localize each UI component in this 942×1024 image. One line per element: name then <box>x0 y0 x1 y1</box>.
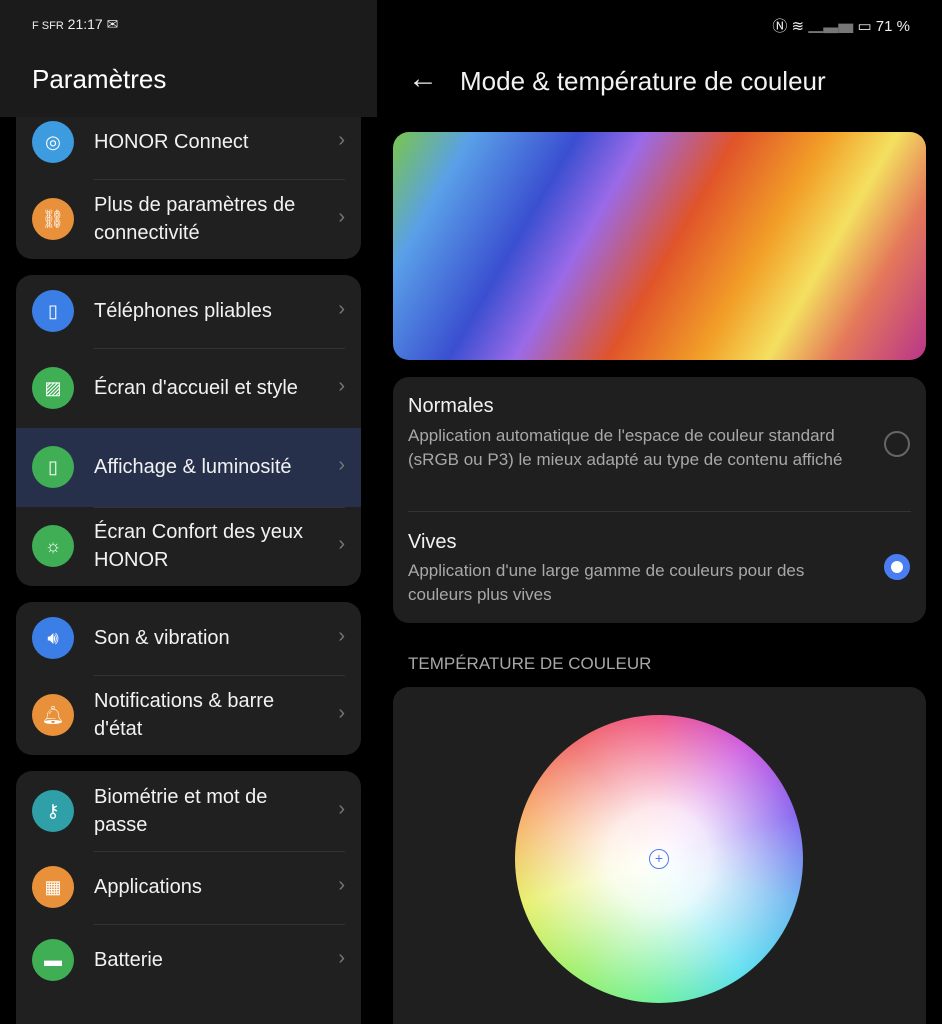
speaker-icon: 🔊︎ <box>32 617 74 659</box>
settings-item-label: Affichage & luminosité <box>94 456 292 478</box>
status-bar-right: Ⓝ ≋ ▁▃▅ ▭ 71 % <box>772 15 910 36</box>
settings-item-label: Biométrie et mot de passe <box>94 786 268 836</box>
settings-item[interactable]: ☼ Écran Confort des yeux HONOR › <box>16 507 361 586</box>
settings-item[interactable]: ⛓ Plus de paramètres de connectivité › <box>16 179 361 259</box>
chevron-right-icon: › <box>338 533 345 555</box>
settings-item[interactable]: 🔔︎ Notifications & barre d'état › <box>16 675 361 755</box>
key-icon: ⚷ <box>32 790 74 832</box>
display-icon: ▯ <box>32 446 74 488</box>
carrier: F SFR <box>32 20 64 32</box>
preview-image <box>393 132 926 360</box>
clock: 21:17 <box>67 16 103 32</box>
battery-icon: ▬ <box>32 939 74 981</box>
color-wheel[interactable]: + <box>515 715 803 1003</box>
bell-icon: 🔔︎ <box>32 694 74 736</box>
settings-item[interactable]: ▬ Batterie › <box>16 924 361 996</box>
back-arrow-icon[interactable]: ← <box>408 62 438 96</box>
settings-item[interactable]: ⚷ Biométrie et mot de passe › <box>16 771 361 851</box>
settings-item[interactable]: ▦ Applications › <box>16 851 361 923</box>
settings-group: 🔊︎ Son & vibration › 🔔︎ Notifications & barr… <box>16 602 361 755</box>
settings-item-label: Écran Confort des yeux HONOR <box>94 521 303 571</box>
mode-title: Vives <box>408 531 457 553</box>
divider <box>408 511 911 512</box>
radio-vives[interactable] <box>884 554 910 580</box>
settings-item-label: Écran d'accueil et style <box>94 377 298 399</box>
settings-group: ⚷ Biométrie et mot de passe › ▦ Applications… <box>16 771 361 1024</box>
foldable-icon: ▯ <box>32 290 74 332</box>
settings-item-label: Applications <box>94 876 202 898</box>
status-bar-left: F SFR 21:17 ✉ <box>32 16 118 33</box>
chevron-right-icon: › <box>338 874 345 896</box>
eye-comfort-icon: ☼ <box>32 525 74 567</box>
chevron-right-icon: › <box>338 702 345 724</box>
radio-normales[interactable] <box>884 431 910 457</box>
chevron-right-icon: › <box>338 298 345 320</box>
mode-description: Application automatique de l'espace de c… <box>408 426 843 469</box>
settings-panel: F SFR 21:17 ✉ Paramètres ◎ HONOR Connect ›… <box>0 0 377 1024</box>
nfc-icon: Ⓝ <box>772 18 788 35</box>
link-icon: ⛓ <box>32 198 74 240</box>
section-header: TEMPÉRATURE DE COULEUR <box>408 654 652 673</box>
color-mode-card: Normales Application automatique de l'es… <box>393 377 926 623</box>
page-title: Paramètres <box>32 64 167 94</box>
color-temperature-card: + <box>393 687 926 1024</box>
settings-group: ▯ Téléphones pliables › ▨ Écran d'accueil et… <box>16 275 361 586</box>
image-icon: ▨ <box>32 367 74 409</box>
signal-icon: ▁▃▅ <box>808 18 854 35</box>
settings-header: F SFR 21:17 ✉ Paramètres <box>0 0 377 117</box>
mode-description: Application d'une large gamme de couleur… <box>408 561 805 604</box>
gmail-icon: ✉ <box>106 16 119 32</box>
settings-item-label: Son & vibration <box>94 627 230 649</box>
chevron-right-icon: › <box>338 798 345 820</box>
settings-item[interactable]: ▨ Écran d'accueil et style › <box>16 348 361 428</box>
wifi-icon: ≋ <box>791 18 805 35</box>
screen-title: Mode & température de couleur <box>460 66 826 96</box>
wheel-handle-icon[interactable]: + <box>649 849 669 869</box>
settings-item-label: Plus de paramètres de connectivité <box>94 194 296 244</box>
chevron-right-icon: › <box>338 206 345 228</box>
battery-level: 71 % <box>875 18 910 35</box>
apps-icon: ▦ <box>32 866 74 908</box>
chevron-right-icon: › <box>338 947 345 969</box>
chevron-right-icon: › <box>338 375 345 397</box>
settings-item-label: Notifications & barre d'état <box>94 690 275 740</box>
settings-item-label: HONOR Connect <box>94 131 249 153</box>
battery-icon: ▭ <box>857 18 872 35</box>
honor-connect-icon: ◎ <box>32 121 74 163</box>
settings-group: ◎ HONOR Connect › ⛓ Plus de paramètres de co… <box>16 100 361 259</box>
settings-item-label: Batterie <box>94 949 163 971</box>
settings-item[interactable]: ◎ HONOR Connect › <box>16 107 361 177</box>
settings-item[interactable]: ▯ Téléphones pliables › <box>16 275 361 347</box>
settings-item[interactable]: ▯ Affichage & luminosité › <box>16 427 361 507</box>
settings-item[interactable]: 🔊︎ Son & vibration › <box>16 602 361 674</box>
mode-title: Normales <box>408 395 494 417</box>
chevron-right-icon: › <box>338 129 345 151</box>
chevron-right-icon: › <box>338 625 345 647</box>
chevron-right-icon: › <box>338 454 345 476</box>
settings-item-label: Téléphones pliables <box>94 300 272 322</box>
